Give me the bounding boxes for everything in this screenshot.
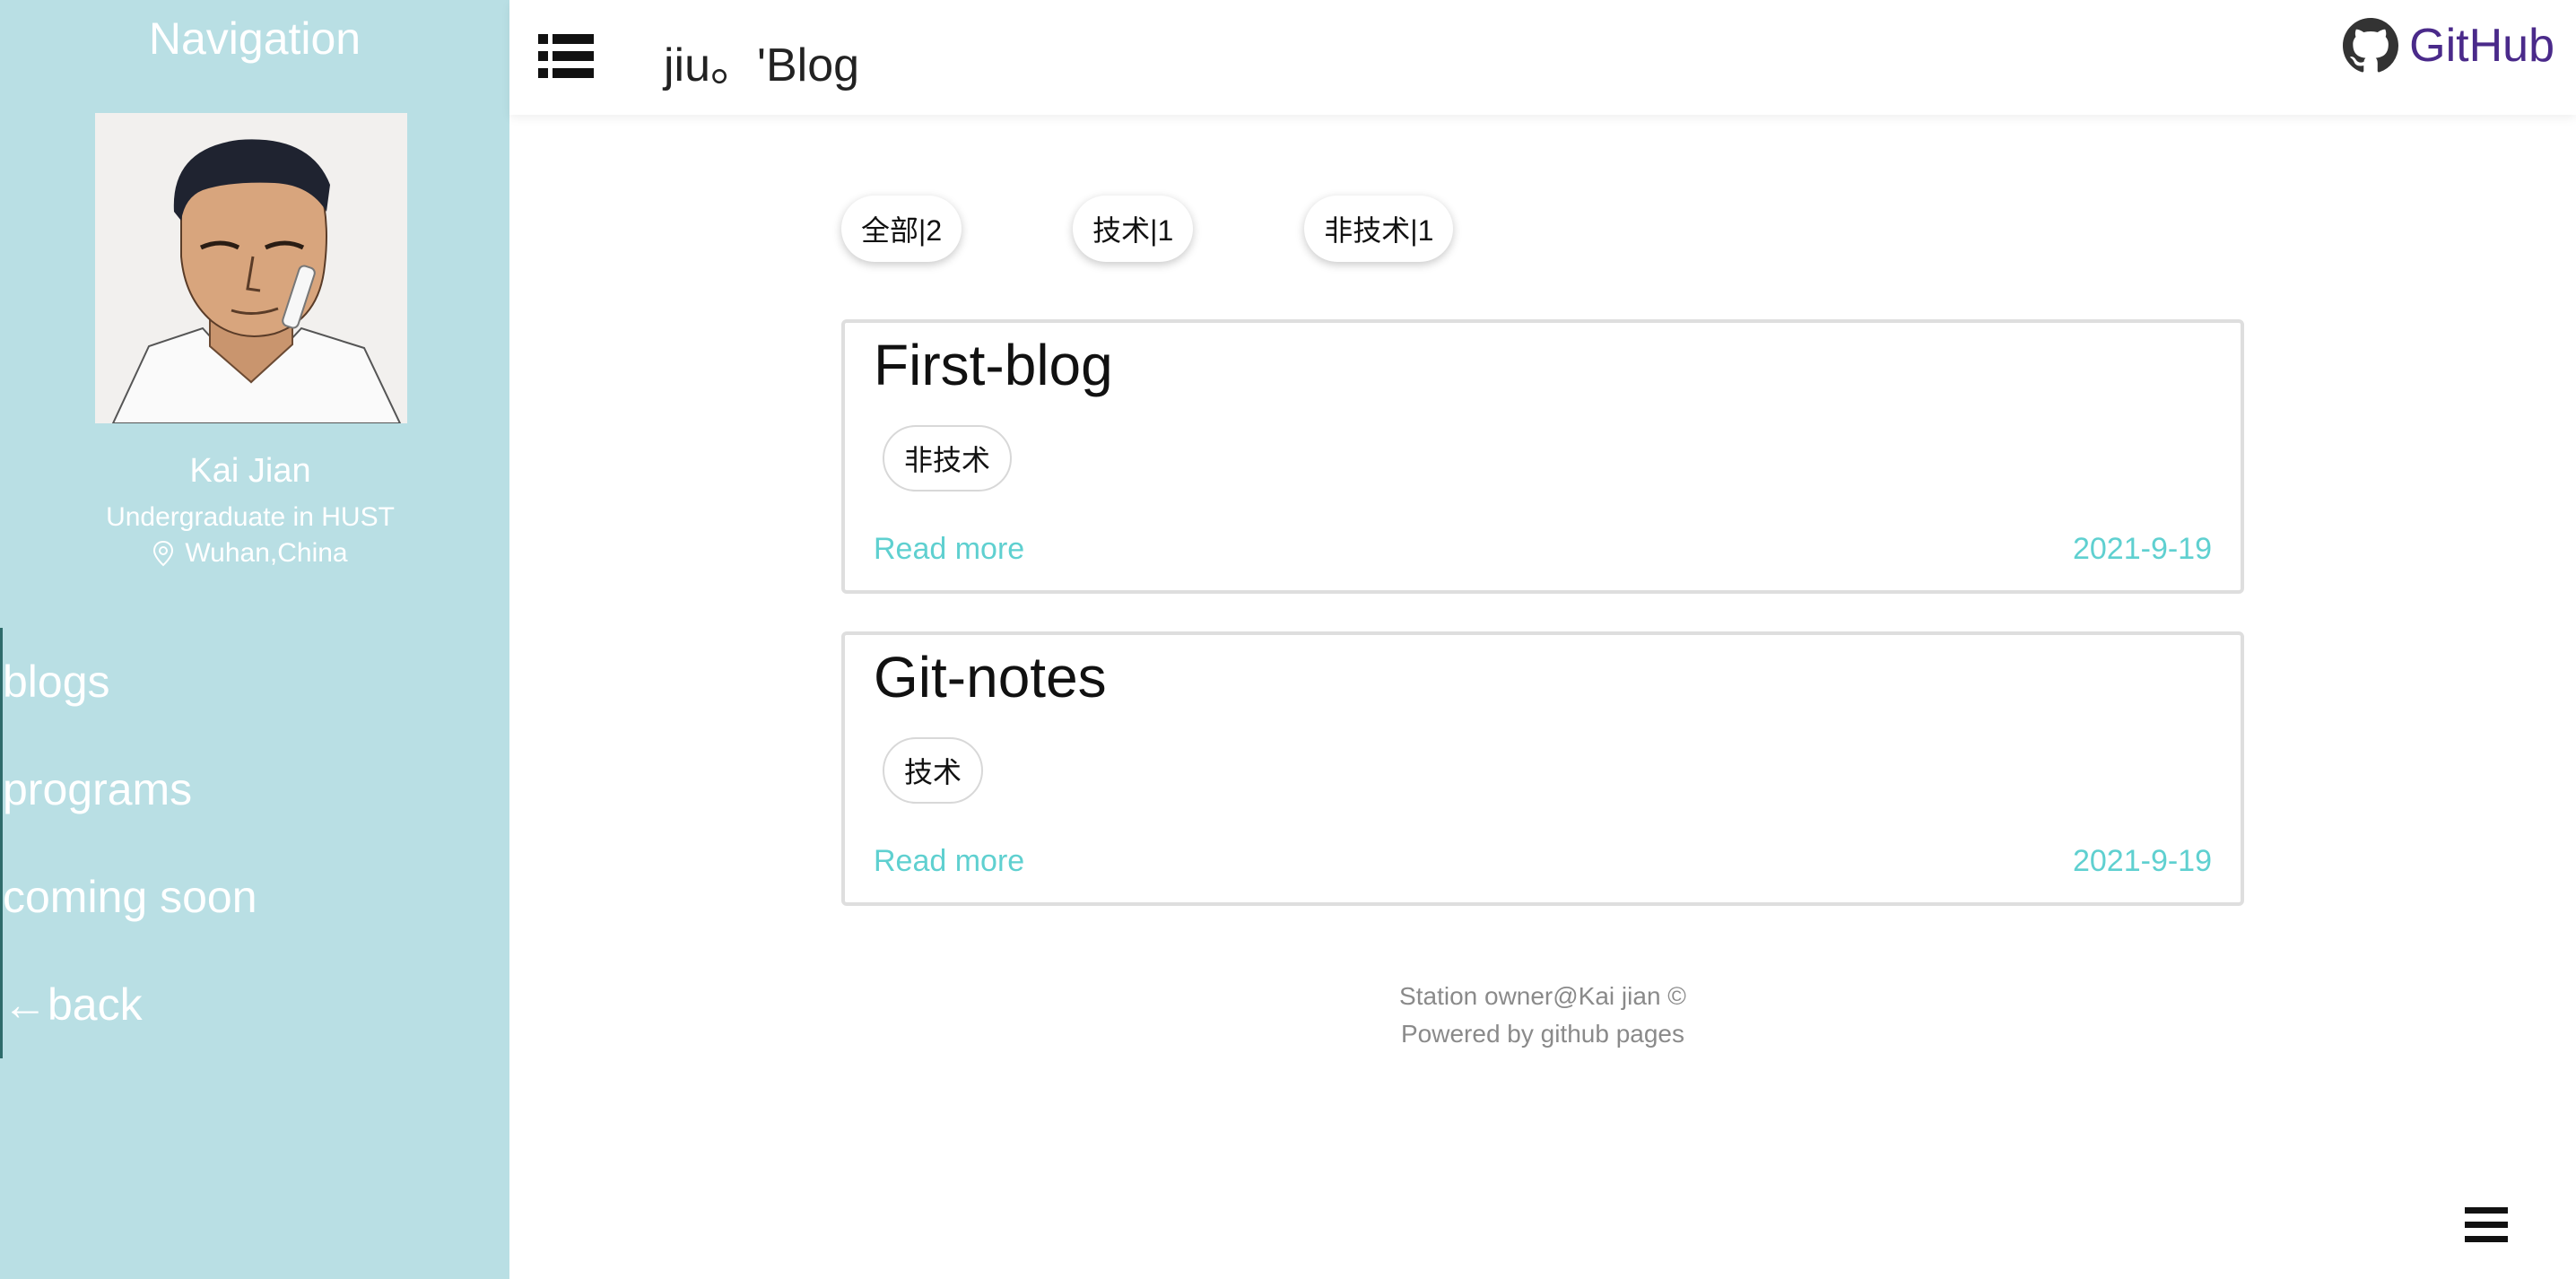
post-card: Git-notes 技术 Read more 2021-9-19 xyxy=(841,631,2244,906)
list-menu-icon[interactable] xyxy=(538,32,594,81)
read-more-link[interactable]: Read more xyxy=(874,844,1024,879)
post-tag[interactable]: 非技术 xyxy=(883,425,1013,492)
sidebar-title: Navigation xyxy=(148,13,361,64)
filter-tech[interactable]: 技术|1 xyxy=(1073,196,1194,262)
location-pin-icon xyxy=(153,540,174,567)
nav-item-blogs[interactable]: blogs xyxy=(3,628,502,735)
filter-non-tech[interactable]: 非技术|1 xyxy=(1304,196,1454,262)
page-footer: Station owner@Kai jian © Powered by gith… xyxy=(841,978,2244,1053)
footer-powered-by: Powered by github pages xyxy=(1401,1020,1684,1048)
top-header: jiu。'Blog GitHub xyxy=(509,0,2576,115)
hamburger-icon[interactable] xyxy=(2465,1205,2508,1245)
nav-item-programs[interactable]: programs xyxy=(3,735,502,843)
post-date: 2021-9-19 xyxy=(2072,844,2212,878)
owner-location: Wuhan,China xyxy=(0,538,500,569)
post-tag[interactable]: 技术 xyxy=(883,737,984,804)
avatar-illustration xyxy=(95,113,407,423)
post-card: First-blog 非技术 Read more 2021-9-19 xyxy=(841,319,2244,594)
post-title[interactable]: First-blog xyxy=(874,332,1113,398)
read-more-link[interactable]: Read more xyxy=(874,532,1024,567)
github-label: GitHub xyxy=(2409,20,2554,72)
category-filters: 全部|2 技术|1 非技术|1 xyxy=(841,196,1454,262)
sidebar: Navigation Kai Jian Undergraduate in HUS… xyxy=(0,0,509,1279)
owner-description: Undergraduate in HUST xyxy=(106,502,395,532)
site-title[interactable]: jiu。'Blog xyxy=(664,27,859,94)
sidebar-nav: blogs programs coming soon ←back xyxy=(0,628,502,1058)
post-date: 2021-9-19 xyxy=(2072,532,2212,566)
post-title[interactable]: Git-notes xyxy=(874,644,1107,710)
owner-location-text: Wuhan,China xyxy=(185,538,348,568)
filter-all[interactable]: 全部|2 xyxy=(841,196,962,262)
github-octocat-icon xyxy=(2343,18,2399,73)
github-link[interactable]: GitHub xyxy=(2343,18,2554,74)
nav-item-back[interactable]: ←back xyxy=(3,951,502,1058)
avatar xyxy=(95,113,407,423)
owner-name: Kai Jian xyxy=(189,452,311,490)
nav-item-coming-soon[interactable]: coming soon xyxy=(3,843,502,951)
footer-owner: Station owner@Kai jian © xyxy=(1399,982,1686,1010)
